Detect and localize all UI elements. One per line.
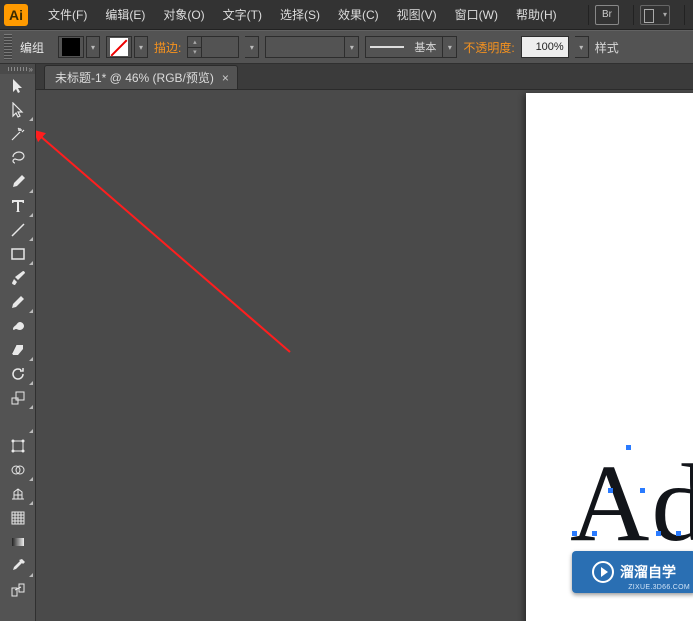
- selected-text-object[interactable]: Ad: [570, 440, 693, 567]
- workspace-layout-dropdown[interactable]: [640, 5, 670, 25]
- menu-divider: [588, 5, 589, 25]
- menu-view[interactable]: 视图(V): [389, 2, 445, 27]
- options-bar: 编组 ▾ ▾ 描边: ▴ ▾ ▾ ▾ 基本 ▾ 不透明度: 100% ▾ 样式: [0, 30, 693, 64]
- opacity-label: 不透明度:: [463, 39, 514, 56]
- selection-tool[interactable]: [2, 74, 34, 98]
- stroke-color-swatch[interactable]: [106, 36, 132, 58]
- menu-effect[interactable]: 效果(C): [330, 2, 387, 27]
- pencil-tool[interactable]: [2, 290, 34, 314]
- app-logo: Ai: [4, 4, 28, 26]
- menu-select[interactable]: 选择(S): [272, 2, 328, 27]
- menu-edit[interactable]: 编辑(E): [97, 2, 153, 27]
- document-tab[interactable]: 未标题-1* @ 46% (RGB/预览) ×: [44, 65, 238, 89]
- menu-object[interactable]: 对象(O): [155, 2, 212, 27]
- watermark-url: ZIXUE.3D66.COM: [628, 584, 690, 591]
- perspective-grid-tool[interactable]: [2, 482, 34, 506]
- menu-divider: [633, 5, 634, 25]
- scale-tool[interactable]: [2, 386, 34, 410]
- options-grip[interactable]: [4, 34, 12, 60]
- menu-file[interactable]: 文件(F): [40, 2, 95, 27]
- document-area: 未标题-1* @ 46% (RGB/预览) × Ad: [36, 64, 693, 621]
- anchor-point[interactable]: [626, 445, 631, 450]
- stroke-label: 描边:: [154, 39, 181, 56]
- toolbox-collapse-grip[interactable]: »: [0, 64, 35, 74]
- pen-tool[interactable]: [2, 170, 34, 194]
- anchor-point[interactable]: [676, 531, 681, 536]
- blob-brush-tool[interactable]: [2, 314, 34, 338]
- fill-swatch-group: ▾: [58, 36, 100, 58]
- menu-help[interactable]: 帮助(H): [508, 2, 565, 27]
- line-tool[interactable]: [2, 218, 34, 242]
- type-tool[interactable]: [2, 194, 34, 218]
- stroke-weight-dropdown[interactable]: ▾: [245, 36, 259, 58]
- menu-window[interactable]: 窗口(W): [447, 2, 506, 27]
- stroke-weight-down[interactable]: ▾: [188, 48, 201, 58]
- brush-definition-label: 基本: [408, 39, 442, 55]
- opacity-value-field[interactable]: 100%: [521, 36, 569, 58]
- anchor-point[interactable]: [640, 488, 645, 493]
- menu-divider: [684, 5, 685, 25]
- mesh-tool[interactable]: [2, 506, 34, 530]
- shape-builder-tool[interactable]: [2, 458, 34, 482]
- stroke-swatch-group: ▾: [106, 36, 148, 58]
- paintbrush-tool[interactable]: [2, 266, 34, 290]
- direct-selection-tool[interactable]: [2, 98, 34, 122]
- rotate-tool[interactable]: [2, 362, 34, 386]
- gradient-tool[interactable]: [2, 530, 34, 554]
- canvas[interactable]: Ad: [36, 90, 693, 621]
- variable-width-profile[interactable]: ▾: [265, 36, 359, 58]
- eyedropper-tool[interactable]: [2, 554, 34, 578]
- blend-tool[interactable]: [2, 578, 34, 602]
- stroke-weight-field[interactable]: ▴ ▾: [187, 36, 239, 58]
- stroke-color-dropdown[interactable]: ▾: [134, 36, 148, 58]
- anchor-point[interactable]: [608, 488, 613, 493]
- free-transform-tool[interactable]: [2, 434, 34, 458]
- menu-type[interactable]: 文字(T): [215, 2, 270, 27]
- anchor-point[interactable]: [656, 531, 661, 536]
- fill-color-swatch[interactable]: [58, 36, 84, 58]
- lasso-tool[interactable]: [2, 146, 34, 170]
- document-tabbar: 未标题-1* @ 46% (RGB/预览) ×: [36, 64, 693, 90]
- magic-wand-tool[interactable]: [2, 122, 34, 146]
- opacity-dropdown[interactable]: ▾: [575, 36, 589, 58]
- play-icon: [592, 561, 614, 583]
- anchor-point[interactable]: [592, 531, 597, 536]
- document-tab-title: 未标题-1* @ 46% (RGB/预览): [55, 69, 214, 86]
- anchor-point[interactable]: [572, 531, 577, 536]
- watermark-badge: 溜溜自学 ZIXUE.3D66.COM: [572, 551, 693, 593]
- stroke-weight-input[interactable]: [202, 37, 238, 57]
- stroke-weight-up[interactable]: ▴: [188, 37, 201, 48]
- menubar: Ai 文件(F) 编辑(E) 对象(O) 文字(T) 选择(S) 效果(C) 视…: [0, 0, 693, 30]
- width-tool[interactable]: [2, 410, 34, 434]
- eraser-tool[interactable]: [2, 338, 34, 362]
- graphic-style-label: 样式: [595, 39, 619, 56]
- watermark-brand: 溜溜自学: [620, 565, 676, 579]
- selection-mode-label: 编组: [20, 39, 52, 56]
- rectangle-tool[interactable]: [2, 242, 34, 266]
- document-tab-close[interactable]: ×: [222, 71, 229, 85]
- brush-definition[interactable]: 基本 ▾: [365, 36, 457, 58]
- fill-color-dropdown[interactable]: ▾: [86, 36, 100, 58]
- toolbox: »: [0, 64, 36, 621]
- bridge-button[interactable]: Br: [595, 5, 619, 25]
